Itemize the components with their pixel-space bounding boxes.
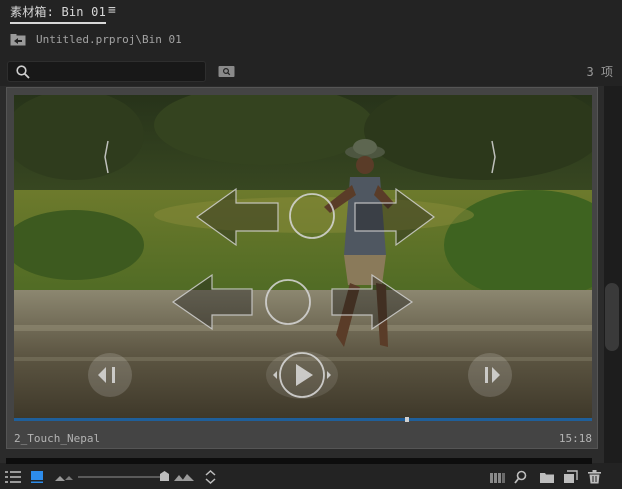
project-path: Untitled.prproj\Bin 01: [36, 33, 182, 46]
delete-icon[interactable]: [588, 470, 601, 484]
panel-menu-icon[interactable]: ≡: [108, 3, 116, 18]
icon-view-icon[interactable]: [30, 470, 44, 484]
horizontal-scrollbar[interactable]: [6, 458, 592, 464]
new-item-icon[interactable]: [564, 470, 578, 484]
find-icon[interactable]: [218, 65, 235, 78]
folder-up-icon[interactable]: [10, 34, 26, 46]
zoom-slider-handle[interactable]: [160, 471, 169, 481]
item-count: 3 项: [586, 65, 613, 79]
zoom-slider-track[interactable]: [78, 476, 166, 478]
find-footer-icon[interactable]: [514, 470, 527, 484]
sort-icon[interactable]: [205, 470, 216, 484]
vertical-scrollbar-thumb[interactable]: [605, 283, 619, 351]
panel-tab-bin[interactable]: 素材箱: Bin 01: [10, 3, 106, 24]
new-bin-icon[interactable]: [540, 470, 554, 484]
thumbnail-image: [14, 95, 592, 419]
zoom-large-icon[interactable]: [174, 470, 194, 484]
clip-scrubber[interactable]: [14, 418, 592, 421]
clip-name[interactable]: 2_Touch_Nepal: [14, 432, 100, 445]
clip-thumbnail[interactable]: [14, 95, 592, 419]
vertical-scrollbar[interactable]: [604, 86, 622, 463]
search-input[interactable]: [7, 61, 206, 82]
scrubber-playhead[interactable]: [405, 417, 410, 422]
clip-duration: 15:18: [558, 432, 592, 445]
search-icon: [16, 65, 30, 79]
list-view-icon[interactable]: [5, 470, 21, 484]
automate-icon[interactable]: [490, 470, 507, 484]
zoom-small-icon[interactable]: [64, 470, 74, 484]
